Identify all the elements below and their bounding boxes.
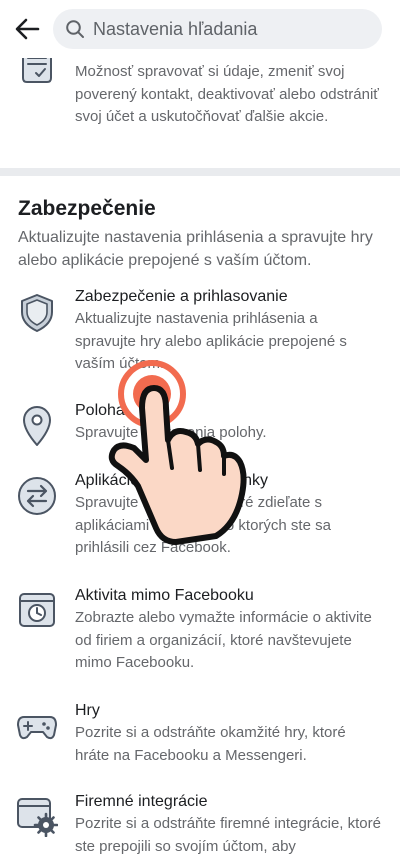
section-description: Aktualizujte nastavenia prihlásenia a sp… xyxy=(18,229,373,269)
item-title: Firemné integrácie xyxy=(75,793,208,810)
location-pin-icon xyxy=(23,406,51,446)
item-title: Aktivita mimo Facebooku xyxy=(75,587,254,604)
shield-icon xyxy=(21,294,53,332)
item-title: Hry xyxy=(75,702,100,719)
section-title: Zabezpečenie xyxy=(18,197,156,220)
section-divider xyxy=(0,168,400,176)
swap-arrows-icon xyxy=(18,477,56,515)
item-description: Možnosť spravovať si údaje, zmeniť svoj … xyxy=(75,63,379,125)
item-title: Zabezpečenie a prihlasovanie xyxy=(75,288,288,305)
gamepad-icon xyxy=(17,716,57,740)
business-integration-icon xyxy=(17,798,58,837)
search-box[interactable] xyxy=(53,9,382,49)
tap-gesture-hand-icon xyxy=(108,360,247,545)
back-button[interactable] xyxy=(10,12,44,46)
item-description: Pozrite si a odstráňte okamžité hry, kto… xyxy=(75,724,346,764)
search-input[interactable] xyxy=(93,9,368,49)
item-description: Zobrazte alebo vymažte informácie o akti… xyxy=(75,609,372,671)
top-bar xyxy=(0,0,400,58)
search-icon xyxy=(66,20,84,38)
history-browser-icon xyxy=(19,593,55,627)
back-arrow-icon xyxy=(15,18,40,40)
item-description: Pozrite si a odstráňte firemné integráci… xyxy=(75,815,381,855)
